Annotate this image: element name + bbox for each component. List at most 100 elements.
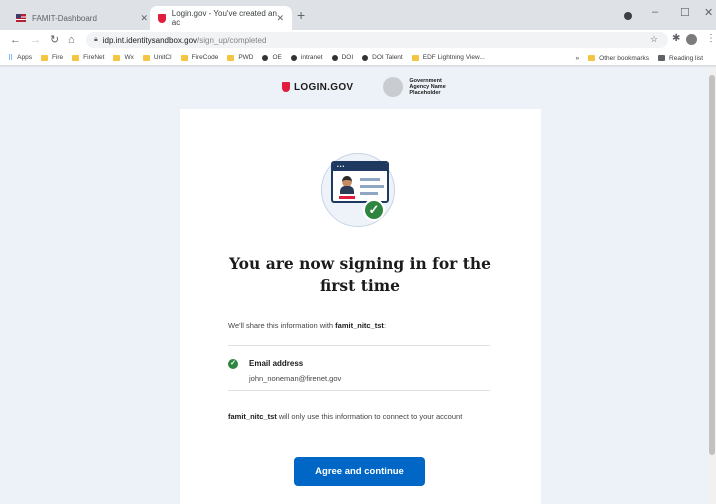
site-icon xyxy=(331,54,338,61)
bookmark-label: Reading list xyxy=(669,54,703,62)
reading-list-icon xyxy=(658,55,666,61)
id-card-line xyxy=(360,192,378,195)
lock-icon[interactable]: 🔒︎ xyxy=(94,36,98,44)
tab-login-gov[interactable]: Login.gov - You've created an ac ✕ xyxy=(150,6,292,30)
bookmarks-bar: ⠿ Apps Fire FireNet Wx UnitCl FireCode PW… xyxy=(0,50,716,66)
attribute-label: Email address xyxy=(249,359,304,368)
id-card-red-stripe xyxy=(339,196,355,199)
site-icon xyxy=(262,54,269,61)
service-provider-name: famit_nitc_tst xyxy=(335,321,384,330)
id-card-header-bar: ••• xyxy=(333,163,387,171)
bookmarks-overflow-button[interactable]: » xyxy=(576,55,580,62)
folder-icon xyxy=(227,54,235,61)
bookmark-item[interactable]: UnitCl xyxy=(142,54,172,61)
id-card-line xyxy=(360,178,380,181)
back-arrow-icon[interactable]: ← xyxy=(10,32,21,48)
apps-grid-icon: ⠿ xyxy=(8,54,14,62)
bookmark-label: Other bookmarks xyxy=(599,54,650,62)
extensions-icon[interactable]: ✱ xyxy=(672,33,680,44)
scrollbar-thumb[interactable] xyxy=(709,75,715,455)
browser-toolbar: ← → ↻ ⌂ 🔒︎ idp.int.identitysandbox.gov/s… xyxy=(0,30,716,50)
success-check-icon: ✓ xyxy=(363,199,385,221)
site-icon xyxy=(290,54,297,61)
usage-info-text: famit_nitc_tst will only use this inform… xyxy=(228,409,490,424)
check-circle-icon: ✓ xyxy=(228,359,238,369)
folder-icon xyxy=(588,55,596,61)
agree-and-continue-button[interactable]: Agree and continue xyxy=(294,457,425,486)
new-tab-button[interactable]: + xyxy=(297,8,305,22)
bookmark-reading-list[interactable]: Reading list xyxy=(658,55,703,62)
brand-header: LOGIN.GOV Government Agency Name Placeho… xyxy=(282,74,451,100)
bookmark-apps[interactable]: ⠿ Apps xyxy=(8,54,32,62)
bookmark-label: PWD xyxy=(238,54,254,61)
folder-icon xyxy=(40,54,48,61)
tab-strip: FAMIT-Dashboard ✕ Login.gov - You've cre… xyxy=(0,0,716,30)
bookmark-label: EDF Lightning View... xyxy=(422,54,485,61)
bookmark-label: FireNet xyxy=(83,54,105,61)
usage-suffix: will only use this information to connec… xyxy=(276,412,463,421)
person-avatar-icon xyxy=(339,176,355,194)
reload-icon[interactable]: ↻ xyxy=(50,32,59,48)
bookmark-item[interactable]: DOI Talent xyxy=(362,54,403,61)
menu-icon[interactable]: ⋮ xyxy=(706,33,716,44)
bookmark-item[interactable]: EDF Lightning View... xyxy=(411,54,485,61)
agency-name: Government Agency Name Placeholder xyxy=(409,78,446,96)
flag-favicon-icon xyxy=(16,14,26,22)
bookmark-item[interactable]: Fire xyxy=(40,54,63,61)
minimize-button[interactable]: – xyxy=(652,6,658,18)
share-suffix: : xyxy=(383,321,387,330)
share-info-text: We'll share this information with famit_… xyxy=(228,321,386,330)
shared-attributes-list: ✓ Email address john_noneman@firenet.gov xyxy=(228,345,490,391)
url-host: idp.int.identitysandbox.gov xyxy=(102,35,198,45)
bookmark-item[interactable]: OE xyxy=(262,54,282,61)
maximize-button[interactable]: ☐ xyxy=(680,6,690,19)
page-viewport: LOGIN.GOV Government Agency Name Placeho… xyxy=(0,67,716,504)
close-tab-icon[interactable]: ✕ xyxy=(276,13,284,24)
main-card: ••• ✓ You are now signing in for the fir… xyxy=(180,109,541,504)
bookmark-other[interactable]: Other bookmarks xyxy=(588,55,649,62)
share-prefix: We'll share this information with xyxy=(228,321,336,330)
bookmark-label: FireCode xyxy=(191,54,219,61)
bookmark-item[interactable]: PWD xyxy=(227,54,253,61)
account-avatar[interactable] xyxy=(686,34,697,45)
bookmark-item[interactable]: DOI xyxy=(331,54,354,61)
url-path: /sign_up/completed xyxy=(197,35,267,45)
tab-famit-dashboard[interactable]: FAMIT-Dashboard ✕ xyxy=(8,6,156,30)
page-title: You are now signing in for the first tim… xyxy=(228,254,492,295)
attribute-value: john_noneman@firenet.gov xyxy=(249,374,342,383)
address-bar[interactable]: 🔒︎ idp.int.identitysandbox.gov/sign_up/c… xyxy=(86,32,668,48)
page-icon xyxy=(411,54,419,61)
close-window-button[interactable]: ✕ xyxy=(704,6,713,19)
folder-icon xyxy=(142,54,150,61)
bookmark-star-icon[interactable]: ☆ xyxy=(650,34,658,45)
forward-arrow-icon[interactable]: → xyxy=(30,32,41,48)
bookmark-label: DOI Talent xyxy=(372,54,403,61)
login-gov-shield-icon xyxy=(282,82,290,92)
login-gov-favicon-icon xyxy=(158,13,166,23)
bookmark-label: DOI xyxy=(341,54,354,61)
bookmark-label: Apps xyxy=(17,54,32,61)
folder-icon xyxy=(180,54,188,61)
bookmark-label: intranet xyxy=(300,54,323,61)
bookmark-label: OE xyxy=(272,54,282,61)
folder-icon xyxy=(113,54,121,61)
id-card-icon: ••• xyxy=(331,161,389,203)
bookmark-label: UnitCl xyxy=(153,54,172,61)
site-icon xyxy=(362,54,369,61)
page-scrollbar[interactable] xyxy=(708,67,716,504)
close-tab-icon[interactable]: ✕ xyxy=(140,13,148,24)
login-gov-logo: LOGIN.GOV xyxy=(294,81,354,93)
home-icon[interactable]: ⌂ xyxy=(68,32,75,48)
id-card-illustration: ••• ✓ xyxy=(318,145,400,231)
tab-title: Login.gov - You've created an ac xyxy=(171,9,277,27)
profile-icon[interactable] xyxy=(624,12,632,20)
service-provider-name: famit_nitc_tst xyxy=(228,412,277,421)
tab-title: FAMIT-Dashboard xyxy=(32,13,97,23)
id-card-line xyxy=(360,185,384,188)
bookmark-item[interactable]: FireNet xyxy=(72,54,104,61)
agency-seal-placeholder xyxy=(383,77,404,97)
bookmark-item[interactable]: FireCode xyxy=(180,54,219,61)
bookmark-item[interactable]: Wx xyxy=(113,54,134,61)
bookmark-item[interactable]: intranet xyxy=(290,54,323,61)
folder-icon xyxy=(72,54,80,61)
